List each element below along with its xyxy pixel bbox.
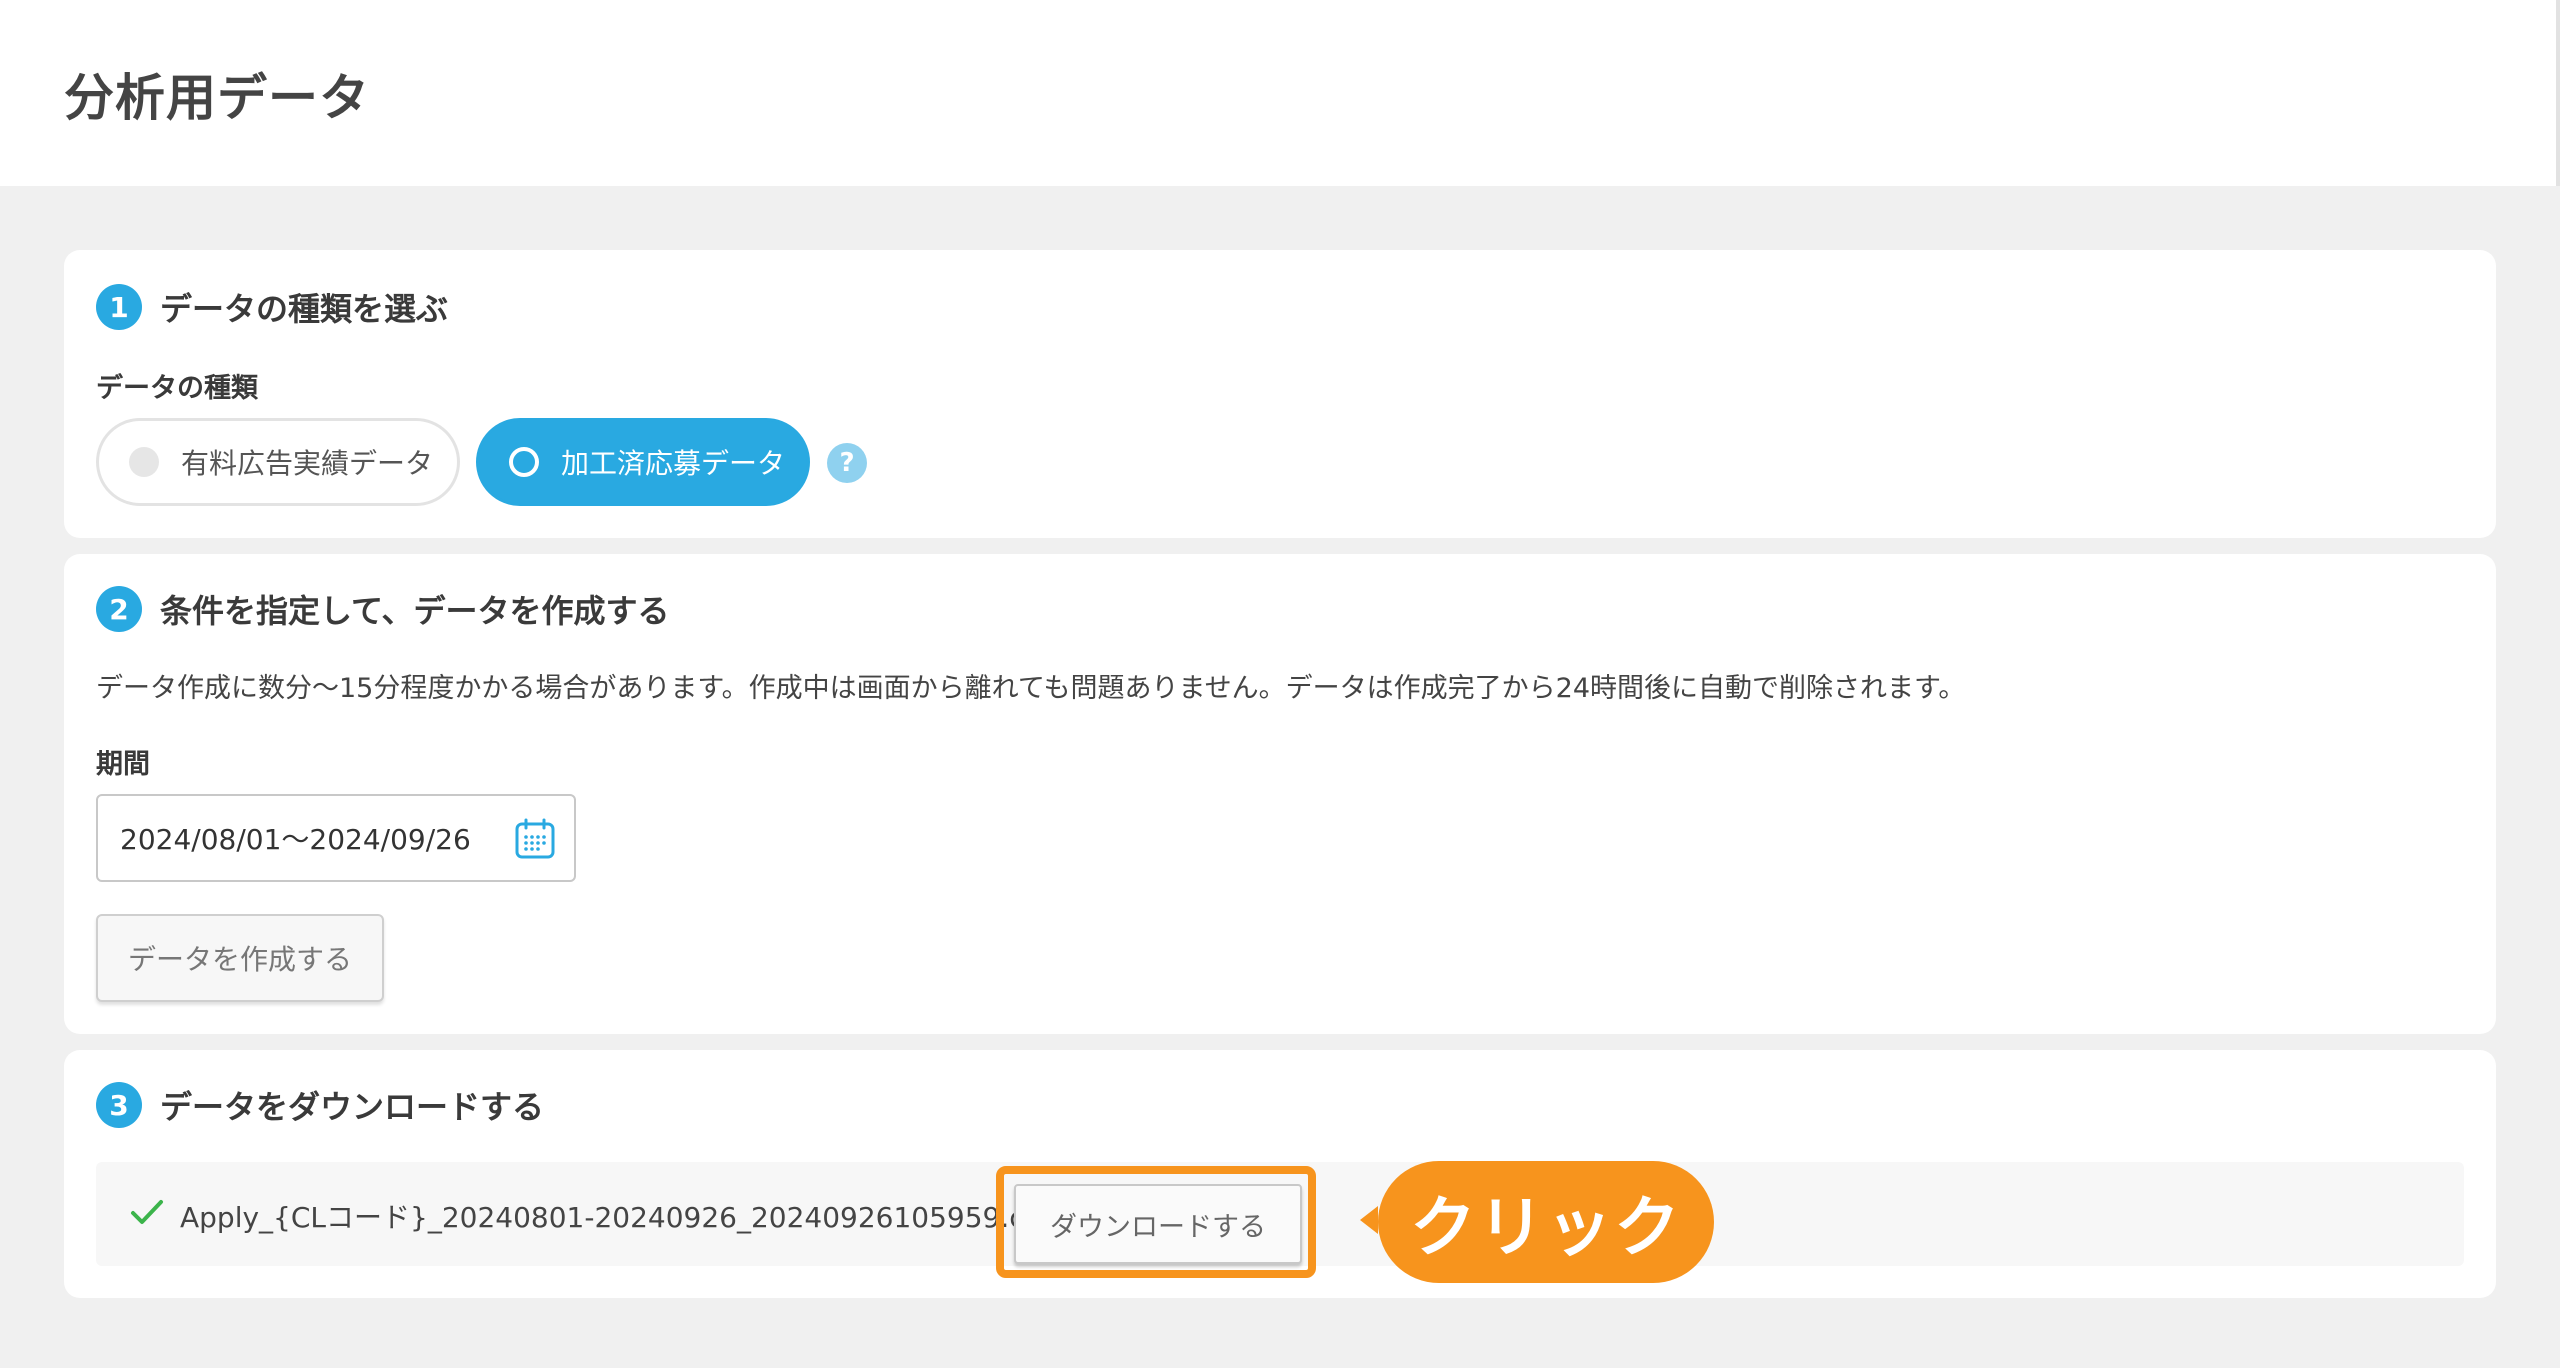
step2-description: データ作成に数分〜15分程度かかる場合があります。作成中は画面から離れても問題あ… bbox=[96, 673, 1966, 704]
file-row: Apply_{CLコード}_20240801-20240926_20240926… bbox=[96, 1161, 2464, 1283]
period-date-range-input[interactable] bbox=[96, 794, 576, 882]
period-label: 期間 bbox=[96, 749, 150, 780]
download-button[interactable]: ダウンロードする bbox=[1014, 1184, 1302, 1264]
create-data-button[interactable]: データを作成する bbox=[96, 914, 384, 1002]
option-label: 加工済応募データ bbox=[561, 447, 786, 480]
step3-header: 3 データをダウンロードする bbox=[96, 1082, 544, 1128]
click-callout: クリック bbox=[1378, 1161, 1714, 1283]
page-title: 分析用データ bbox=[64, 69, 370, 127]
help-icon[interactable]: ? bbox=[827, 443, 867, 483]
radio-selected-icon bbox=[509, 447, 539, 477]
step1-title: データの種類を選ぶ bbox=[160, 290, 449, 328]
step2-title: 条件を指定して、データを作成する bbox=[160, 592, 670, 630]
step-number-badge: 3 bbox=[96, 1082, 142, 1128]
radio-unselected-icon bbox=[129, 447, 159, 477]
option-label: 有料広告実績データ bbox=[181, 447, 434, 480]
step-number-badge: 2 bbox=[96, 586, 142, 632]
step3-card: 3 データをダウンロードする Apply_{CLコード}_20240801-20… bbox=[64, 1050, 2496, 1298]
option-paid-ad-data[interactable]: 有料広告実績データ bbox=[96, 418, 460, 506]
option-processed-application-data[interactable]: 加工済応募データ bbox=[476, 418, 810, 506]
data-type-label: データの種類 bbox=[96, 373, 258, 404]
file-name: Apply_{CLコード}_20240801-20240926_20240926… bbox=[180, 1201, 1056, 1234]
calendar-icon[interactable] bbox=[514, 818, 556, 860]
step2-card: 2 条件を指定して、データを作成する データ作成に数分〜15分程度かかる場合があ… bbox=[64, 554, 2496, 1034]
step-number-badge: 1 bbox=[96, 284, 142, 330]
check-icon bbox=[131, 1200, 163, 1224]
step1-card: 1 データの種類を選ぶ データの種類 有料広告実績データ 加工済応募データ ? bbox=[64, 250, 2496, 538]
step2-header: 2 条件を指定して、データを作成する bbox=[96, 586, 669, 632]
step1-header: 1 データの種類を選ぶ bbox=[96, 284, 448, 330]
callout-tail bbox=[1360, 1206, 1378, 1234]
page-header: 分析用データ bbox=[0, 0, 2560, 186]
step3-title: データをダウンロードする bbox=[160, 1088, 545, 1126]
